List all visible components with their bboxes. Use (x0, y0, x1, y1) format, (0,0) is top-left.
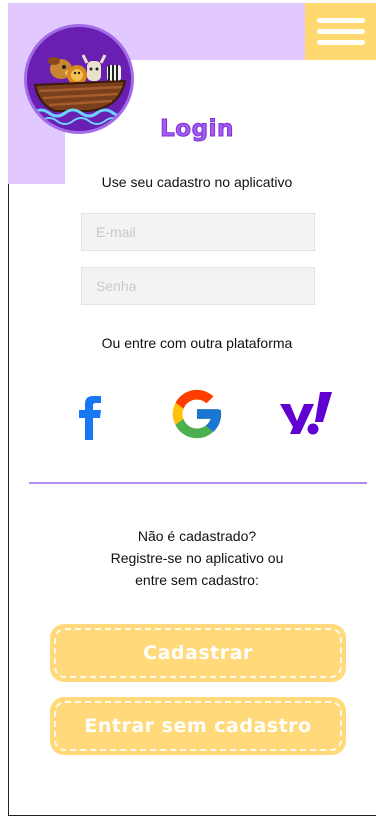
google-login-button[interactable] (166, 383, 228, 445)
hamburger-icon-bar (316, 40, 365, 45)
facebook-login-button[interactable] (56, 383, 118, 445)
social-login-heading: Ou entre com outra plataforma (101, 335, 293, 351)
email-field[interactable] (81, 213, 315, 251)
yahoo-icon (280, 392, 332, 435)
register-info-line: Registre-se no aplicativo ou (110, 550, 284, 566)
frame-bottom-line (8, 815, 376, 816)
section-divider (29, 482, 367, 484)
register-info: Não é cadastrado? Registre-se no aplicat… (0, 525, 376, 591)
hamburger-icon (316, 18, 365, 23)
login-title: Login (160, 116, 234, 143)
signup-button[interactable]: Cadastrar (50, 624, 346, 682)
menu-button[interactable] (305, 3, 376, 60)
zebra-icon (107, 65, 121, 81)
hamburger-icon-bar (316, 29, 365, 34)
frame-left-line (8, 180, 9, 815)
guest-login-button[interactable]: Entrar sem cadastro (50, 697, 346, 755)
register-info-line: entre sem cadastro: (135, 572, 259, 588)
register-info-line: Não é cadastrado? (137, 528, 257, 544)
facebook-icon (79, 396, 101, 440)
password-field[interactable] (81, 267, 315, 305)
login-subtitle: Use seu cadastro no aplicativo (101, 174, 293, 190)
yahoo-login-button[interactable] (276, 383, 338, 445)
google-icon (172, 389, 222, 439)
